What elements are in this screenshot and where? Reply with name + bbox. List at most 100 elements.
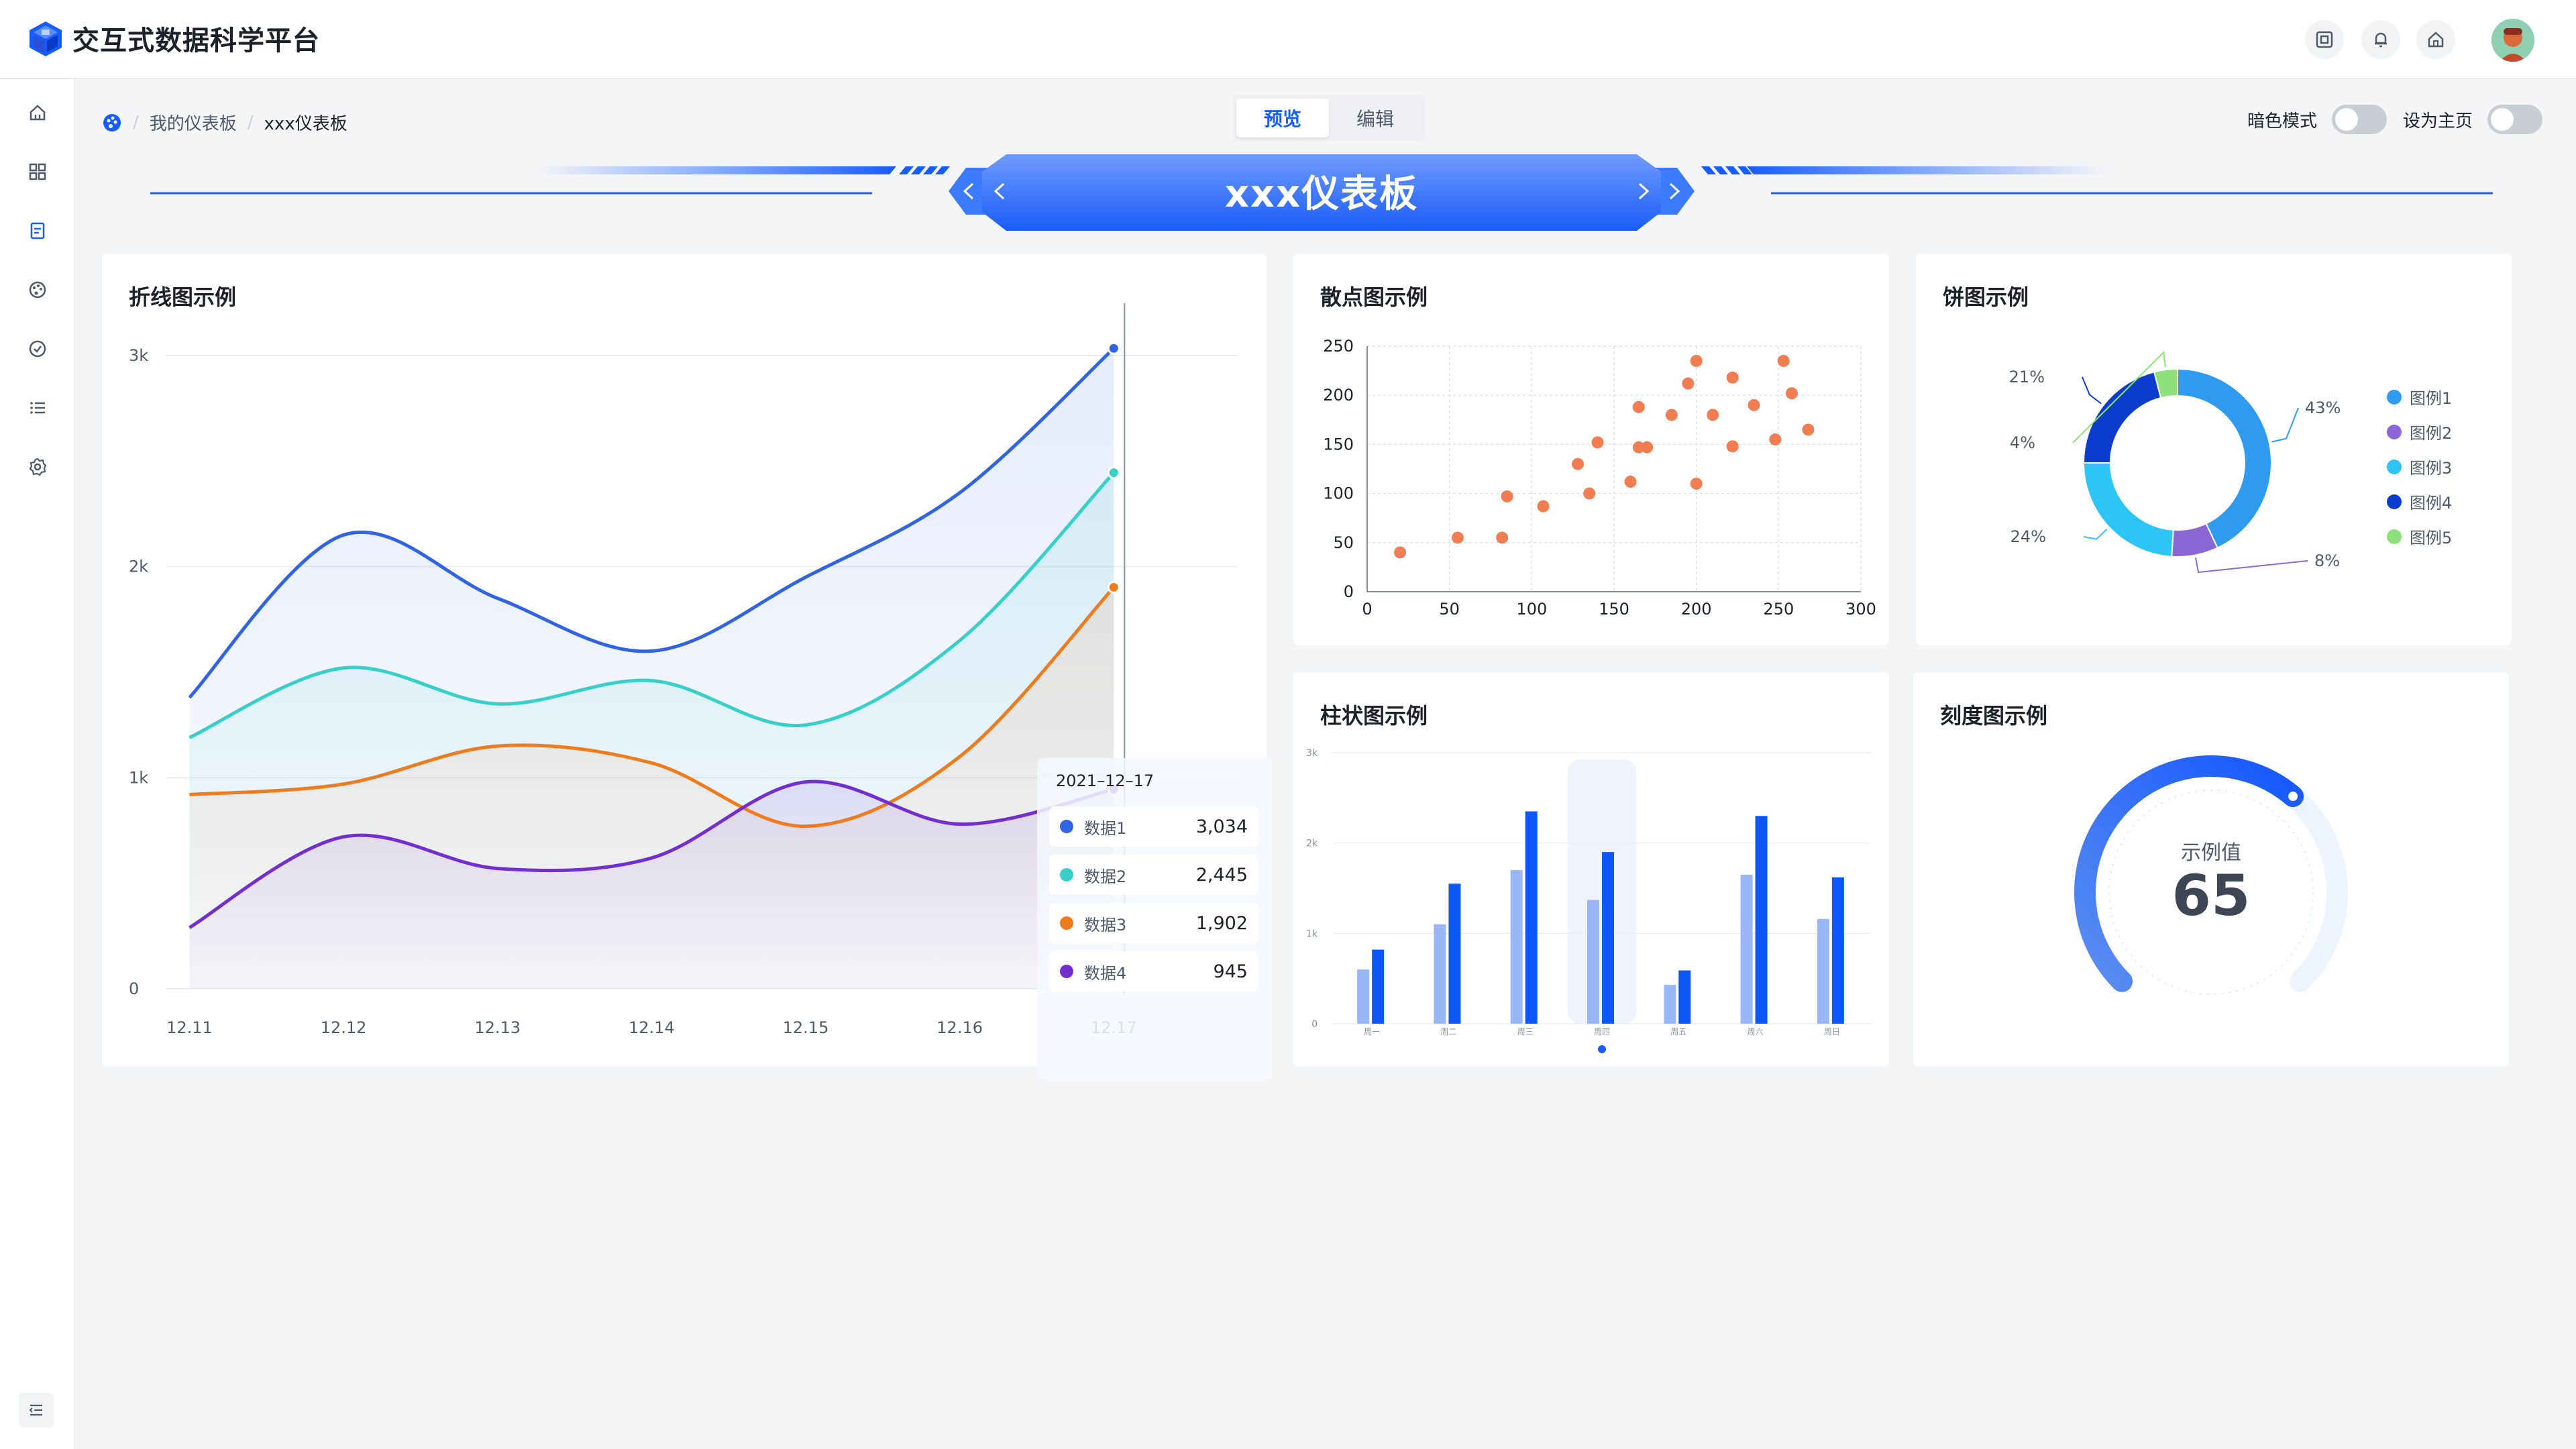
tooltip-row: 数据2 2,445 [1049, 855, 1258, 895]
x-tick-label: 周四 [1594, 1027, 1610, 1036]
list-icon[interactable] [21, 392, 54, 424]
pie-label-line [2195, 557, 2308, 574]
y-tick-label: 2k [129, 557, 148, 576]
legend-label: 图例4 [2410, 494, 2453, 513]
pie-chart-card: 饼图示例 43% 8% 24% 21% 4% 图例1 图例2 图例3 图例4 图例5 [1916, 254, 2512, 645]
app-logo-icon [30, 21, 62, 56]
pie-legend-item[interactable]: 图例1 [2387, 385, 2452, 409]
x-tick-label: 300 [1845, 600, 1876, 619]
x-tick-label: 0 [1362, 600, 1372, 619]
legend-marker [2387, 459, 2402, 474]
sidebar [0, 79, 75, 1449]
edit-tab[interactable]: 编辑 [1329, 99, 1421, 138]
tooltip-series-value: 2,445 [1195, 864, 1248, 885]
palette-icon[interactable] [21, 274, 54, 306]
x-tick-label: 100 [1516, 600, 1547, 619]
legend-marker [2387, 389, 2402, 405]
bar [1602, 852, 1614, 1024]
gauge-chart-card: 刻度图示例 示例值 65 [1913, 672, 2509, 1067]
pie-slice [2082, 462, 2174, 557]
x-tick-label: 50 [1439, 600, 1460, 619]
bar [1372, 949, 1385, 1024]
x-tick-label: 周五 [1670, 1027, 1686, 1036]
avatar[interactable] [2491, 19, 2534, 62]
bar [1817, 918, 1829, 1024]
scatter-point [1748, 398, 1760, 411]
scatter-point [1690, 477, 1703, 490]
menu-collapse-icon [29, 1404, 42, 1416]
x-tick-label: 周一 [1364, 1027, 1380, 1036]
bar-chart-card: 柱状图示例 0 1k 2k 3k 周一 周二 周三 周四 周五 周六 周日 [1293, 672, 1889, 1067]
legend-label: 图例1 [2410, 389, 2453, 408]
grid-icon[interactable] [21, 156, 54, 188]
pie-chart[interactable]: 43% 8% 24% 21% 4% [1916, 254, 2512, 645]
scatter-chart[interactable]: 0 50 100 150 200 250 0 50 100 150 200 250 300 [1293, 254, 1889, 645]
dark-mode-toggle[interactable] [2332, 105, 2387, 134]
dark-mode-label: 暗色模式 [2247, 111, 2318, 131]
line-chart-tooltip: 2021–12–17 数据1 3,034 数据2 2,445 数据3 1,902… [1037, 758, 1272, 1080]
scatter-point [1726, 440, 1739, 453]
collapse-sidebar-button[interactable] [19, 1393, 54, 1428]
bell-icon[interactable] [2361, 20, 2400, 59]
legend-label: 图例3 [2410, 459, 2453, 478]
scatter-point [1537, 500, 1550, 513]
legend-label: 图例5 [2410, 529, 2453, 547]
x-tick-label: 12.13 [474, 1018, 521, 1037]
settings-icon[interactable] [21, 451, 54, 483]
x-tick-label: 周三 [1517, 1027, 1534, 1036]
scatter-point [1501, 490, 1513, 502]
x-tick-label: 12.16 [936, 1018, 983, 1037]
legend-marker [2387, 494, 2402, 509]
x-tick-label: 周六 [1748, 1027, 1764, 1036]
home-icon[interactable] [21, 97, 54, 129]
tooltip-row: 数据3 1,902 [1049, 903, 1258, 943]
home-top-icon[interactable] [2416, 20, 2455, 59]
breadcrumb-separator: / [247, 112, 254, 133]
series-marker [1060, 868, 1073, 881]
bar [1434, 924, 1446, 1024]
gauge-pointer [2288, 792, 2298, 802]
tooltip-row: 数据1 3,034 [1049, 806, 1258, 847]
y-tick-label: 0 [1311, 1019, 1318, 1030]
pie-legend-item[interactable]: 图例3 [2387, 455, 2452, 478]
series-marker [1060, 820, 1073, 833]
breadcrumb: / 我的仪表板 / xxx仪表板 [102, 110, 347, 135]
set-home-toggle[interactable] [2487, 105, 2543, 134]
y-tick-label: 100 [1323, 484, 1354, 503]
pie-legend-item[interactable]: 图例4 [2387, 490, 2452, 513]
bar [1525, 811, 1538, 1024]
y-tick-label: 250 [1323, 337, 1354, 356]
bar [1755, 816, 1768, 1024]
bar [1740, 874, 1753, 1024]
bar [1831, 877, 1844, 1024]
scatter-point [1690, 354, 1703, 367]
tooltip-series-value: 1,902 [1195, 912, 1248, 934]
y-tick-label: 1k [129, 768, 148, 787]
breadcrumb-current: xxx仪表板 [264, 114, 347, 134]
series-point [1107, 581, 1120, 594]
active-category-dot [1598, 1045, 1606, 1053]
top-bar: 交互式数据科学平台 [0, 0, 2576, 79]
dashboard-banner: xxx仪表板 [134, 149, 2509, 236]
pie-slice-label: 24% [2010, 527, 2046, 546]
preview-tab[interactable]: 预览 [1236, 99, 1329, 138]
breadcrumb-my-dashboards[interactable]: 我的仪表板 [150, 110, 237, 135]
screen-icon[interactable] [2305, 20, 2344, 59]
tooltip-series-value: 945 [1213, 961, 1248, 982]
pie-legend-item[interactable]: 图例2 [2387, 420, 2452, 443]
document-icon[interactable] [21, 215, 54, 247]
y-tick-label: 3k [1306, 748, 1318, 759]
scatter-chart-card: 散点图示例 0 50 100 150 200 250 0 50 100 150 200 250 300 [1293, 254, 1889, 645]
gauge-value: 65 [2171, 863, 2251, 928]
bar-chart[interactable]: 0 1k 2k 3k 周一 周二 周三 周四 周五 周六 周日 [1293, 672, 1889, 1067]
tooltip-series-name: 数据2 [1084, 867, 1127, 886]
bar [1587, 900, 1599, 1024]
tooltip-series-name: 数据4 [1084, 963, 1127, 983]
pie-legend-item[interactable]: 图例5 [2387, 525, 2452, 548]
scatter-point [1802, 423, 1815, 436]
x-tick-label: 12.14 [629, 1018, 675, 1037]
series-point [1107, 341, 1120, 355]
check-circle-icon[interactable] [21, 333, 54, 365]
x-tick-label: 周二 [1440, 1027, 1456, 1036]
app-title: 交互式数据科学平台 [72, 25, 320, 56]
